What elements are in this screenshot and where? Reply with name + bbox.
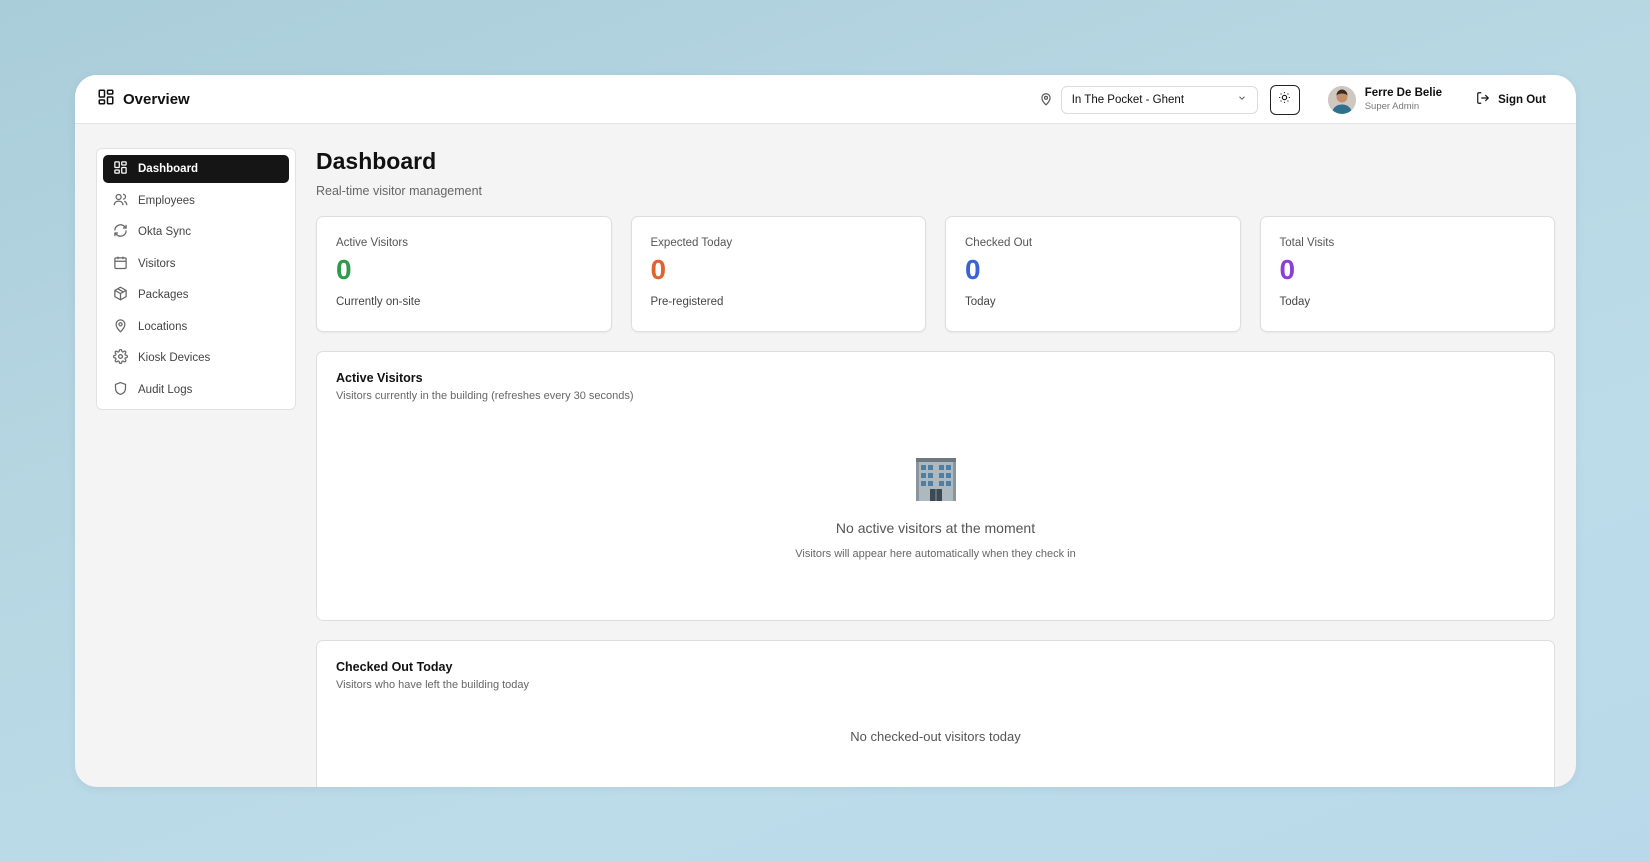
sidebar-item-label: Locations [138,320,188,333]
sidebar-item-label: Visitors [138,257,176,270]
panel-title: Checked Out Today [336,660,453,674]
location-select-value: In The Pocket - Ghent [1071,93,1185,106]
calendar-icon [113,255,128,273]
dashboard-icon [113,160,128,178]
theme-toggle-button[interactable] [1269,84,1300,115]
panel-subtitle: Visitors currently in the building (refr… [336,390,634,402]
sidebar-item-label: Kiosk Devices [138,352,211,364]
stat-label: Active Visitors [336,237,409,249]
stats-row: Active Visitors 0 Currently on-site Expe… [316,216,1555,332]
stat-value: 0 [650,254,667,285]
stat-value: 0 [336,254,352,285]
page-subtitle: Real-time visitor management [316,184,483,198]
stat-note: Currently on-site [336,296,421,308]
dashboard-icon [97,88,115,111]
sidebar-item-okta-sync[interactable]: Okta Sync [103,218,289,246]
sidebar-item-packages[interactable]: Packages [103,281,289,309]
avatar [1327,85,1356,114]
sidebar-item-audit-logs[interactable]: Audit Logs [103,376,289,404]
page-title: Dashboard [316,148,437,174]
sidebar-item-label: Packages [138,289,189,301]
stat-card-expected-today: Expected Today 0 Pre-registered [630,216,926,332]
empty-state: No active visitors at the moment Visitor… [336,455,1535,560]
sidebar-item-employees[interactable]: Employees [103,187,289,215]
sidebar-item-label: Okta Sync [138,226,192,238]
brand: Overview [97,88,190,111]
main-content: Dashboard Real-time visitor management A… [316,148,1555,787]
sidebar-item-kiosk-devices[interactable]: Kiosk Devices [103,344,289,372]
panel-subtitle: Visitors who have left the building toda… [336,679,530,691]
location-select[interactable]: In The Pocket - Ghent [1060,85,1258,114]
sidebar-item-label: Employees [138,194,195,207]
empty-state-title: No active visitors at the moment [835,520,1036,536]
user-role: Super Admin [1364,101,1420,112]
package-icon [113,286,128,304]
top-bar-actions: In The Pocket - Ghent Ferre De Belie Sup… [1039,75,1546,124]
empty-state-subtitle: Visitors will appear here automatically … [795,548,1076,560]
user-menu[interactable]: Ferre De Belie Super Admin [1327,85,1443,114]
sync-icon [113,223,128,241]
shield-icon [113,381,128,399]
sidebar-item-locations[interactable]: Locations [103,313,289,341]
user-name: Ferre De Belie [1364,87,1443,99]
stat-label: Total Visits [1279,237,1335,249]
gear-icon [113,349,128,367]
chevron-down-icon [1237,93,1247,106]
panel-title: Active Visitors [336,371,423,385]
stat-label: Expected Today [650,237,733,249]
office-building-icon [912,455,960,506]
sun-icon [1278,91,1291,109]
map-pin-icon [113,318,128,336]
sign-out-label: Sign Out [1498,93,1546,106]
sign-out-button[interactable]: Sign Out [1476,91,1546,108]
sidebar-item-label: Audit Logs [138,383,193,396]
map-pin-icon [1039,92,1055,108]
stat-value: 0 [1279,254,1296,285]
empty-state: No checked-out visitors today [336,729,1535,744]
app-title: Overview [123,90,190,108]
stat-note: Pre-registered [650,296,724,308]
empty-state-title: No checked-out visitors today [850,729,1021,744]
sidebar-item-visitors[interactable]: Visitors [103,250,289,278]
users-icon [113,192,128,210]
checked-out-today-panel: Checked Out Today Visitors who have left… [316,640,1555,787]
top-bar: Overview In The Pocket - Ghent Ferre De … [75,75,1576,124]
stat-card-total-visits: Total Visits 0 Today [1259,216,1555,332]
stat-label: Checked Out [965,237,1033,249]
app-window: Overview In The Pocket - Ghent Ferre De … [75,75,1576,787]
active-visitors-panel: Active Visitors Visitors currently in th… [316,351,1555,621]
stat-card-checked-out: Checked Out 0 Today [945,216,1241,332]
sidebar: Dashboard Employees Okta Sync Visitors P… [96,148,296,410]
log-out-icon [1476,91,1490,108]
stat-card-active-visitors: Active Visitors 0 Currently on-site [316,216,612,332]
stat-value: 0 [965,254,981,285]
sidebar-item-label: Dashboard [138,163,199,175]
stat-note: Today [965,296,996,308]
sidebar-item-dashboard[interactable]: Dashboard [103,155,289,183]
stat-note: Today [1279,296,1311,308]
